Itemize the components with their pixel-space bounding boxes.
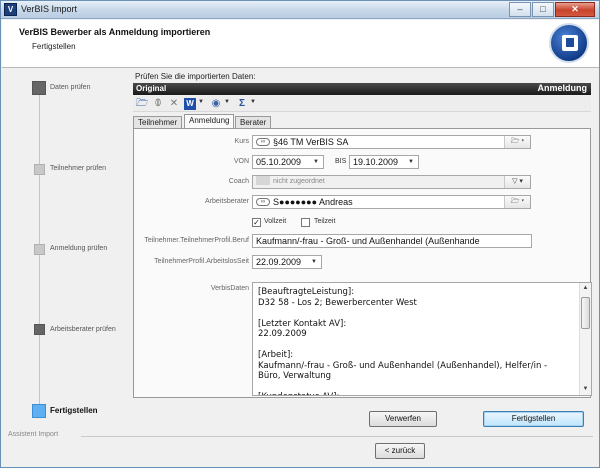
footer-label: Assistent Import xyxy=(8,431,59,438)
tab-berater[interactable]: Berater xyxy=(235,116,272,128)
window-controls: – □ ✕ xyxy=(508,2,595,17)
chevron-down-icon[interactable]: ▼ xyxy=(311,256,317,268)
step-marker-pending xyxy=(34,164,45,175)
verbis-daten-text: [BeauftragteLeistung]: D32 58 - Los 2; B… xyxy=(258,287,548,395)
window-title: VerBIS Import xyxy=(21,4,78,14)
word-icon[interactable]: W xyxy=(184,98,196,110)
verwerfen-button[interactable]: Verwerfen xyxy=(369,411,437,427)
verbis-daten-textarea[interactable]: [BeauftragteLeistung]: D32 58 - Los 2; B… xyxy=(252,282,592,396)
kurs-value: §46 TM VerBIS SA xyxy=(273,137,349,147)
footer-divider xyxy=(81,436,593,437)
folder-dropdown-button[interactable]: 🗁 ▾ xyxy=(504,196,530,208)
filter-dropdown-button[interactable]: ▽ ▾ xyxy=(504,176,530,188)
globe-icon[interactable]: ◉ xyxy=(210,98,222,110)
step-marker-done xyxy=(34,324,45,335)
chevron-down-icon[interactable]: ▼ xyxy=(313,156,319,168)
close-button[interactable]: ✕ xyxy=(555,2,595,17)
link-icon xyxy=(256,176,270,186)
link-icon: ∞ xyxy=(256,137,270,146)
folder-dropdown-button[interactable]: 🗁 ▾ xyxy=(504,136,530,148)
teilzeit-label: Teilzeit xyxy=(314,218,336,225)
step-marker-pending xyxy=(34,244,45,255)
delete-icon[interactable]: ✕ xyxy=(168,98,180,110)
verbis-daten-label: VerbisDaten xyxy=(210,285,249,292)
arbeitsberater-combobox[interactable]: ∞ S●●●●●●● Andreas 🗁 ▾ xyxy=(252,195,531,209)
wizard-header: VerBIS Bewerber als Anmeldung importiere… xyxy=(2,20,599,68)
intro-text: Prüfen Sie die importierten Daten: xyxy=(135,72,256,81)
back-button[interactable]: < zurück xyxy=(375,443,425,459)
panel-anmeldung-label: Anmeldung xyxy=(537,83,588,93)
arbeitslos-seit-value: 22.09.2009 xyxy=(256,257,302,267)
coach-label: Coach xyxy=(228,178,249,185)
bis-date-field[interactable]: 19.10.2009 ▼ xyxy=(349,155,419,169)
step-marker-current xyxy=(32,404,46,418)
arbeitsberater-label: Arbeitsberater xyxy=(205,198,249,205)
step-teilnehmer-pruefen: Teilnehmer prüfen xyxy=(2,162,130,178)
step-label: Daten prüfen xyxy=(50,84,91,91)
step-label: Anmeldung prüfen xyxy=(50,245,108,252)
toolbar: 🗁 𝟘 ✕ W ▼ ◉ ▼ Σ ▼ xyxy=(133,96,591,112)
chevron-down-icon[interactable]: ▼ xyxy=(198,99,204,105)
step-fertigstellen: Fertigstellen xyxy=(2,404,130,420)
bis-value: 19.10.2009 xyxy=(353,157,399,167)
arbeitslos-seit-label: TeilnehmerProfil.ArbeitslosSeit xyxy=(154,258,249,265)
app-window: V VerBIS Import – □ ✕ VerBIS Bewerber al… xyxy=(0,0,600,468)
step-label: Fertigstellen xyxy=(50,406,98,415)
von-value: 05.10.2009 xyxy=(256,157,302,167)
scroll-down-icon[interactable]: ▼ xyxy=(580,384,591,395)
scroll-up-icon[interactable]: ▲ xyxy=(580,283,591,294)
anmeldung-form: Kurs ∞ §46 TM VerBIS SA 🗁 ▾ VON 05.10.200… xyxy=(133,128,592,398)
folder-open-icon[interactable]: 🗁 xyxy=(136,98,148,110)
beruf-label: Teilnehmer.TeilnehmerProfil.Beruf xyxy=(144,237,249,244)
verbis-logo xyxy=(549,23,589,63)
arbeitsberater-value: S●●●●●●● Andreas xyxy=(273,197,353,207)
wizard-steps: Daten prüfen Teilnehmer prüfen Anmeldung… xyxy=(2,69,130,429)
arbeitslos-seit-date-field[interactable]: 22.09.2009 ▼ xyxy=(252,255,322,269)
coach-combobox[interactable]: nicht zugeordnet ▽ ▾ xyxy=(252,175,531,189)
header-title: VerBIS Bewerber als Anmeldung importiere… xyxy=(19,27,211,37)
panel-original-label: Original xyxy=(136,84,167,93)
vollzeit-checkbox[interactable]: ✓ xyxy=(252,218,261,227)
kurs-label: Kurs xyxy=(234,138,249,145)
step-label: Teilnehmer prüfen xyxy=(50,165,107,172)
vertical-scrollbar[interactable]: ▲ ▼ xyxy=(579,283,591,395)
header-subtitle: Fertigstellen xyxy=(32,42,76,51)
teilzeit-checkbox[interactable] xyxy=(301,218,310,227)
tab-teilnehmer[interactable]: Teilnehmer xyxy=(133,116,183,128)
chevron-down-icon[interactable]: ▼ xyxy=(250,99,256,105)
kurs-combobox[interactable]: ∞ §46 TM VerBIS SA 🗁 ▾ xyxy=(252,135,531,149)
step-label: Arbeitsberater prüfen xyxy=(50,326,116,333)
von-date-field[interactable]: 05.10.2009 ▼ xyxy=(252,155,324,169)
von-label: VON xyxy=(233,158,249,165)
maximize-button[interactable]: □ xyxy=(532,2,554,17)
app-icon: V xyxy=(4,3,17,16)
step-marker-done xyxy=(32,81,46,95)
scroll-thumb[interactable] xyxy=(581,297,590,329)
chevron-down-icon[interactable]: ▼ xyxy=(224,99,230,105)
content-area: Prüfen Sie die importierten Daten: Origi… xyxy=(132,69,594,429)
panel-header: Original Anmeldung xyxy=(133,83,591,95)
step-arbeitsberater-pruefen: Arbeitsberater prüfen xyxy=(2,323,130,339)
beruf-input[interactable]: Kaufmann/-frau - Groß- und Außenhandel (… xyxy=(252,234,532,248)
link-icon: ∞ xyxy=(256,197,270,206)
coach-value: nicht zugeordnet xyxy=(273,178,325,185)
chevron-down-icon[interactable]: ▼ xyxy=(408,156,414,168)
sum-icon[interactable]: Σ xyxy=(236,98,248,110)
title-bar: V VerBIS Import – □ ✕ xyxy=(1,1,599,19)
minimize-button[interactable]: – xyxy=(509,2,531,17)
bis-label: BIS xyxy=(335,158,347,165)
tab-anmeldung[interactable]: Anmeldung xyxy=(184,114,235,128)
vollzeit-label: Vollzeit xyxy=(264,218,287,225)
step-daten-pruefen: Daten prüfen xyxy=(2,81,130,97)
paperclip-icon[interactable]: 𝟘 xyxy=(152,98,164,110)
step-anmeldung-pruefen: Anmeldung prüfen xyxy=(2,242,130,258)
fertigstellen-button[interactable]: Fertigstellen xyxy=(483,411,584,427)
